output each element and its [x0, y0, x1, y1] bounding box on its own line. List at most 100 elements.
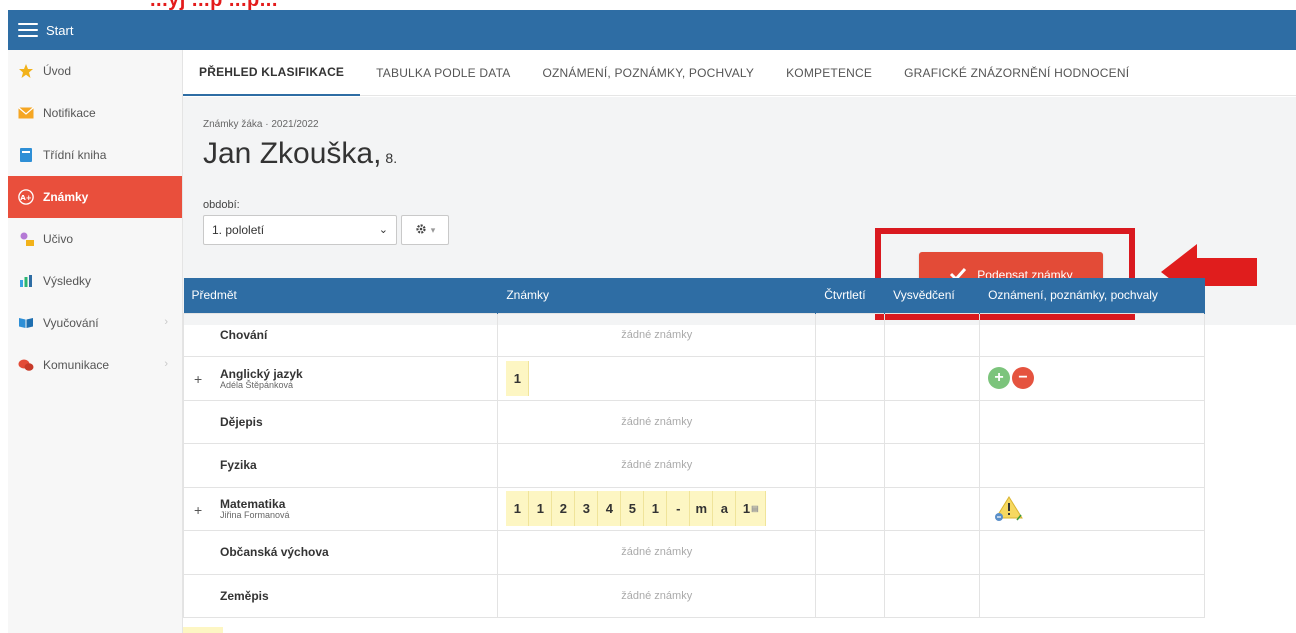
- grade-mark[interactable]: 2: [552, 491, 576, 527]
- sidebar-item-label: Komunikace: [43, 358, 110, 372]
- notes-cell: [979, 443, 1205, 488]
- sidebar-item-vyucovani[interactable]: Vyučování ›: [8, 302, 182, 344]
- tab-prehled-klasifikace[interactable]: PŘEHLED KLASIFIKACE: [183, 50, 361, 96]
- hamburger-menu-icon[interactable]: [18, 23, 38, 37]
- col-header-report[interactable]: Vysvědčení: [884, 278, 981, 313]
- table-header-row: Předmět Známky Čtvrtletí Vysvědčení Ozná…: [183, 278, 1205, 313]
- tab-bar: PŘEHLED KLASIFIKACE TABULKA PODLE DATA O…: [183, 50, 1296, 96]
- period-select[interactable]: 1. pololetí ⌄: [203, 215, 397, 245]
- marks-cell: žádné známky: [497, 573, 817, 618]
- caption-text: ...yj ...p ...p...: [150, 0, 278, 10]
- sidebar-item-label: Učivo: [43, 232, 74, 246]
- teacher-name: Jiřina Formanová: [220, 510, 290, 521]
- page: ...yj ...p ...p... Start Úvod Notifikace…: [0, 0, 1296, 633]
- marks-cell: 1 1 2 3 4 5 1 - m a 1 ▤: [497, 486, 817, 531]
- subject-cell[interactable]: + Anglický jazyk Adéla Štěpánková: [182, 356, 499, 401]
- teacher-name: Adéla Štěpánková: [220, 379, 294, 390]
- subject-name: Dějepis: [220, 414, 263, 429]
- grade-mark[interactable]: 1: [506, 360, 530, 396]
- study-icon: [18, 231, 34, 247]
- grade-mark[interactable]: 3: [575, 491, 599, 527]
- grade-mark-with-note[interactable]: 1 ▤: [736, 491, 767, 527]
- tab-oznameni[interactable]: OZNÁMENÍ, POZNÁMKY, POCHVALY: [526, 50, 770, 96]
- no-marks-text: žádné známky: [621, 589, 693, 602]
- settings-dropdown-button[interactable]: ▾: [401, 215, 449, 245]
- grade-mark[interactable]: a: [713, 491, 737, 527]
- quarter-cell: [815, 573, 886, 618]
- expand-plus-icon[interactable]: +: [194, 371, 202, 387]
- subject-name: Fyzika: [220, 458, 257, 473]
- marks-cell: žádné známky: [497, 530, 817, 575]
- sidebar-item-ucivo[interactable]: Učivo: [8, 218, 182, 260]
- grade-mark[interactable]: 1: [506, 491, 530, 527]
- table-row: Dějepis žádné známky: [182, 399, 1205, 444]
- bar-chart-icon: [18, 273, 34, 289]
- sidebar-item-tridni-kniha[interactable]: Třídní kniha: [8, 134, 182, 176]
- sidebar-item-komunikace[interactable]: Komunikace ›: [8, 344, 182, 386]
- subject-name: Občanská výchova: [220, 545, 329, 560]
- subject-cell: Občanská výchova: [182, 530, 499, 575]
- notes-cell: [979, 312, 1205, 357]
- subject-cell[interactable]: + Matematika Jiřina Formanová: [182, 486, 499, 531]
- no-marks-text: žádné známky: [621, 546, 693, 559]
- praise-plus-icon[interactable]: +: [988, 367, 1011, 390]
- report-cell: [884, 399, 981, 444]
- reprimand-minus-icon[interactable]: −: [1012, 367, 1035, 390]
- grade-mark[interactable]: 5: [621, 491, 645, 527]
- table-row: Fyzika žádné známky: [182, 443, 1205, 488]
- main-content: PŘEHLED KLASIFIKACE TABULKA PODLE DATA O…: [182, 50, 1296, 633]
- grade-mark[interactable]: m: [690, 491, 714, 527]
- grade-mark[interactable]: -: [667, 491, 691, 527]
- notes-cell: [979, 573, 1205, 618]
- student-class: 8.: [385, 150, 398, 166]
- tab-graficke-znazorneni[interactable]: GRAFICKÉ ZNÁZORNĚNÍ HODNOCENÍ: [888, 50, 1145, 96]
- grade-mark[interactable]: 1: [529, 491, 553, 527]
- tab-tabulka-podle-data[interactable]: TABULKA PODLE DATA: [360, 50, 526, 96]
- no-marks-text: žádné známky: [621, 415, 693, 428]
- table-row: + Matematika Jiřina Formanová 1 1 2 3 4 …: [182, 486, 1205, 531]
- book-icon: [18, 147, 34, 163]
- sidebar-item-label: Vyučování: [43, 316, 99, 330]
- grades-icon: A+: [18, 189, 34, 205]
- subject-cell: Zeměpis: [182, 573, 499, 618]
- tab-kompetence[interactable]: KOMPETENCE: [770, 50, 888, 96]
- grade-mark[interactable]: 1: [644, 491, 668, 527]
- open-book-icon: [18, 315, 34, 331]
- col-header-subject[interactable]: Předmět: [183, 278, 499, 313]
- table-row: + Anglický jazyk Adéla Štěpánková 1 + −: [182, 356, 1205, 401]
- sidebar-item-vysledky[interactable]: Výsledky: [8, 260, 182, 302]
- notes-cell: + −: [979, 356, 1205, 401]
- subject-cell: Dějepis: [182, 399, 499, 444]
- notes-cell: [979, 530, 1205, 575]
- caret-down-icon: ▾: [430, 224, 436, 235]
- col-header-notes[interactable]: Oznámení, poznámky, pochvaly: [979, 278, 1205, 313]
- quarter-cell: [815, 443, 886, 488]
- period-label: období:: [203, 199, 240, 211]
- chevron-right-icon: ›: [164, 316, 168, 328]
- sidebar: Úvod Notifikace Třídní kniha A+ Známky U…: [8, 50, 183, 633]
- report-cell: [884, 312, 981, 357]
- quarter-cell: [815, 399, 886, 444]
- warning-note-icon[interactable]: [988, 495, 1024, 521]
- student-name: Jan Zkouška,: [203, 137, 382, 170]
- chevron-down-icon: ⌄: [378, 224, 388, 236]
- top-bar-title[interactable]: Start: [46, 23, 73, 38]
- chevron-right-icon: ›: [164, 358, 168, 370]
- col-header-quarter[interactable]: Čtvrtletí: [815, 278, 886, 313]
- expand-plus-icon[interactable]: +: [194, 502, 202, 518]
- caption-strip: ...yj ...p ...p...: [0, 0, 1296, 10]
- grade-mark[interactable]: 4: [598, 491, 622, 527]
- sidebar-item-znamky[interactable]: A+ Známky: [8, 176, 182, 218]
- mark-list: 1: [506, 360, 807, 396]
- col-header-marks[interactable]: Známky: [497, 278, 817, 313]
- subject-cell: Chování: [182, 312, 499, 357]
- report-cell: [884, 356, 981, 401]
- sidebar-item-notifikace[interactable]: Notifikace: [8, 92, 182, 134]
- report-cell: [884, 530, 981, 575]
- sidebar-item-label: Třídní kniha: [43, 148, 107, 162]
- gear-icon: [415, 223, 427, 238]
- sidebar-item-uvod[interactable]: Úvod: [8, 50, 182, 92]
- report-cell: [884, 486, 981, 531]
- report-cell: [884, 443, 981, 488]
- marks-cell: žádné známky: [497, 443, 817, 488]
